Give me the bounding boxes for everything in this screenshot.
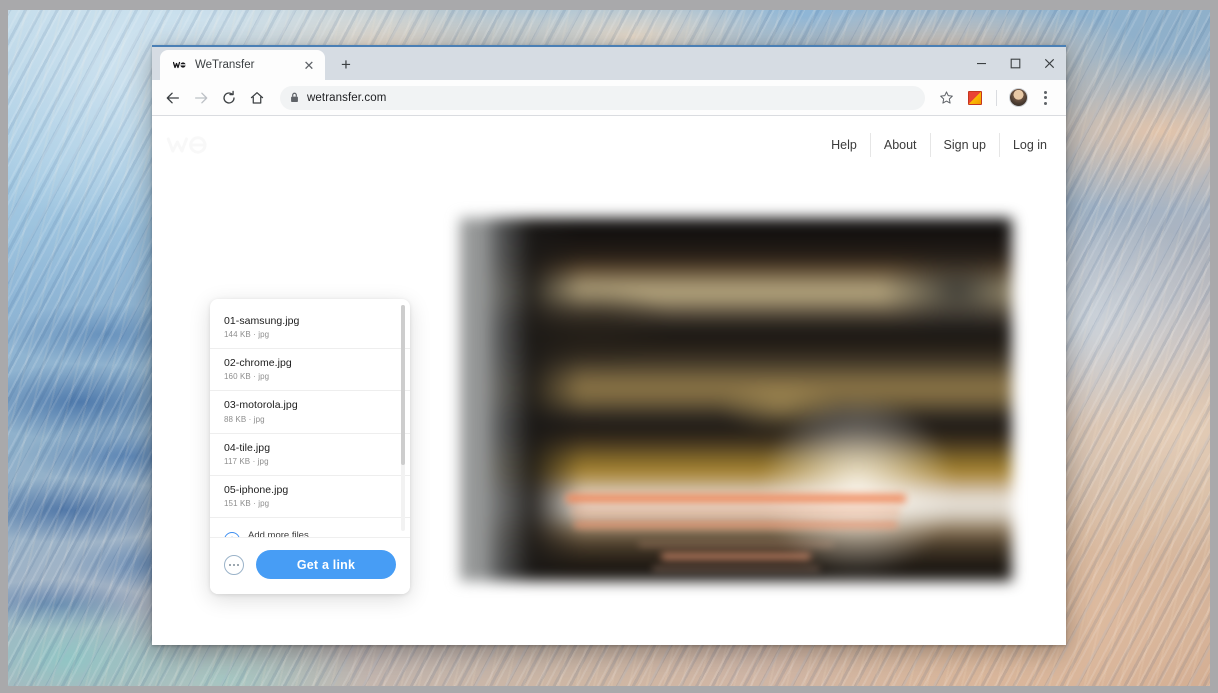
hero-caption-blurred [556,494,916,577]
file-meta: 151 KB · jpg [224,498,270,508]
browser-toolbar: wetransfer.com [152,80,1066,116]
address-bar[interactable]: wetransfer.com [280,85,925,110]
file-list[interactable]: 01-samsung.jpg 144 KB · jpg 02-chrome.jp… [210,299,410,537]
toolbar-right-actions [933,85,1056,111]
extension-icon[interactable] [962,85,988,111]
file-name: 01-samsung.jpg [224,315,300,327]
window-maximize-button[interactable] [998,47,1032,80]
address-bar-url: wetransfer.com [307,91,387,104]
window-controls [964,47,1066,80]
toolbar-divider [996,89,997,106]
nav-link-about[interactable]: About [869,133,930,157]
file-name: 03-motorola.jpg [224,399,298,412]
page-header: Help About Sign up Log in [152,116,1066,174]
list-item[interactable]: 03-motorola.jpg 88 KB · jpg [210,391,410,434]
new-tab-button[interactable]: + [333,52,359,78]
get-a-link-button[interactable]: Get a link [256,550,396,579]
window-close-button[interactable] [1032,47,1066,80]
plus-circle-icon: + [224,531,240,537]
kebab-menu-icon[interactable] [1034,86,1056,110]
file-meta: 117 KB · jpg [224,456,269,466]
upload-panel: 01-samsung.jpg 144 KB · jpg 02-chrome.jp… [210,299,410,594]
list-item[interactable]: 04-tile.jpg 117 KB · jpg [210,434,410,476]
page-nav: Help About Sign up Log in [818,133,1060,157]
nav-link-help[interactable]: Help [818,133,870,157]
file-meta: 144 KB · jpg [224,330,270,340]
list-item[interactable]: 01-samsung.jpg 144 KB · jpg [210,307,410,350]
add-more-files-label: Add more files [248,529,309,537]
wetransfer-favicon-icon [172,58,186,72]
desktop: WeTransfer ✕ + wetransfer.com Help About… [0,0,1218,693]
file-name: 04-tile.jpg [224,441,271,454]
avatar[interactable] [1005,85,1031,111]
reload-icon[interactable] [216,85,242,111]
lock-icon [290,92,299,103]
window-minimize-button[interactable] [964,47,998,80]
forward-arrow-icon[interactable] [188,85,214,111]
nav-link-login[interactable]: Log in [998,133,1060,157]
ellipsis-circle-icon[interactable] [224,554,244,575]
file-meta: 160 KB · jpg [224,372,270,382]
list-item[interactable]: 05-iphone.jpg 151 KB · jpg [210,476,410,518]
back-arrow-icon[interactable] [160,85,186,111]
star-icon[interactable] [933,85,959,111]
tab-close-icon[interactable]: ✕ [301,57,317,73]
add-more-files-button[interactable]: + Add more files 5 files added · 2.0 GB … [210,518,410,537]
browser-tab-wetransfer[interactable]: WeTransfer ✕ [160,50,325,80]
list-item[interactable]: 02-chrome.jpg 160 KB · jpg [210,349,410,392]
upload-panel-footer: Get a link [210,537,410,594]
browser-window: WeTransfer ✕ + wetransfer.com Help About… [152,45,1066,645]
home-icon[interactable] [244,85,270,111]
browser-tab-title: WeTransfer [195,59,255,71]
nav-link-signup[interactable]: Sign up [929,133,999,157]
page-viewport: Help About Sign up Log in 01-samsung.jpg… [152,116,1066,645]
file-name: 02-chrome.jpg [224,357,292,370]
file-meta: 88 KB · jpg [224,414,265,424]
file-list-scrollbar[interactable] [401,305,405,531]
file-name: 05-iphone.jpg [224,483,289,496]
browser-tabstrip: WeTransfer ✕ + [152,45,1066,80]
wetransfer-logo[interactable] [166,133,210,157]
